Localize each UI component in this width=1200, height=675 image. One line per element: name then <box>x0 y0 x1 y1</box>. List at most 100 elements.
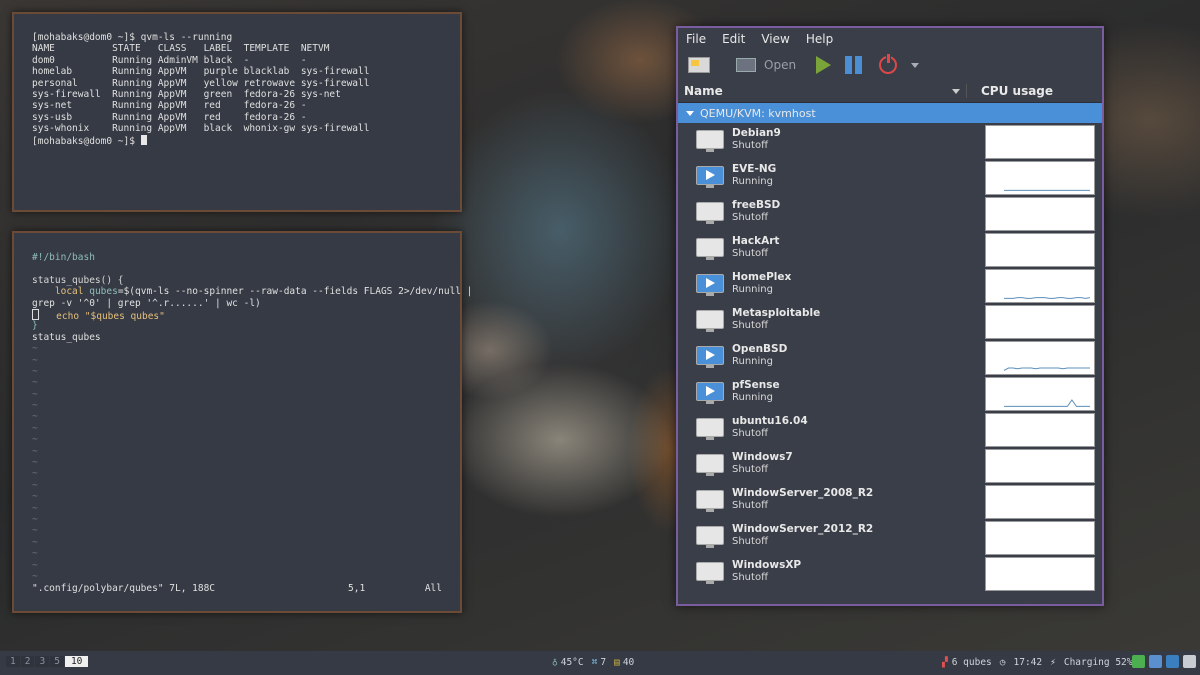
vim-cursor <box>32 308 39 320</box>
cpu-usage-graph <box>985 413 1095 447</box>
play-icon <box>816 56 832 74</box>
column-cpu[interactable]: CPU usage <box>966 84 1053 98</box>
vm-running-icon <box>696 346 724 368</box>
pause-icon <box>845 56 865 74</box>
virt-manager-window[interactable]: File Edit View Help Open Name CPU usage … <box>676 26 1104 606</box>
vm-row[interactable]: Metasploitable Shutoff <box>678 304 1102 340</box>
vm-row[interactable]: WindowServer_2008_R2 Shutoff <box>678 484 1102 520</box>
tray-shield-icon[interactable] <box>1166 655 1179 668</box>
vim-empty-lines: ~ ~ ~ ~ ~ ~ ~ ~ ~ ~ ~ ~ ~ ~ ~ ~ ~ ~ ~ ~ ~ <box>32 343 442 582</box>
vm-row[interactable]: HomePlex Running <box>678 268 1102 304</box>
menu-edit[interactable]: Edit <box>722 32 745 46</box>
vim-cursor-position: 5,1 <box>348 583 366 594</box>
vm-row[interactable]: EVE-NG Running <box>678 160 1102 196</box>
vm-shutoff-icon <box>696 418 724 440</box>
code-line-close-brace: } <box>32 320 38 332</box>
workspace-2[interactable]: 2 <box>20 656 35 667</box>
vm-row[interactable]: HackArt Shutoff <box>678 232 1102 268</box>
vm-state: Running <box>732 284 773 295</box>
vm-row[interactable]: OpenBSD Running <box>678 340 1102 376</box>
keyword-echo: echo <box>56 310 80 322</box>
cpu-usage-graph <box>985 197 1095 231</box>
status-right: ▞ 6 qubes ◷ 17:42 ⚡ Charging 52% <box>942 657 1133 668</box>
memory-value: 40 <box>622 657 635 668</box>
vim-empty-line-marker: ~ <box>32 570 38 582</box>
cpu-usage-line <box>1004 399 1090 407</box>
vm-state: Shutoff <box>732 212 768 223</box>
tray-network-icon[interactable] <box>1183 655 1196 668</box>
vim-empty-line-marker: ~ <box>32 559 38 571</box>
vm-name: Debian9 <box>732 127 781 139</box>
vm-row[interactable]: freeBSD Shutoff <box>678 196 1102 232</box>
cpu-usage-graph <box>985 557 1095 591</box>
vim-empty-line-marker: ~ <box>32 365 38 377</box>
shutdown-menu-button[interactable] <box>911 62 920 68</box>
workspace-switcher: 1 2 3 5 10 <box>6 656 89 667</box>
run-button[interactable] <box>816 56 832 74</box>
workspace-5[interactable]: 5 <box>50 656 64 667</box>
vm-running-icon <box>696 382 724 404</box>
code-line-function-decl: status_qubes() { <box>32 274 124 286</box>
sort-arrow-icon <box>952 89 960 94</box>
terminal-window-qvm-ls[interactable]: [mohabaks@dom0 ~]$ qvm-ls --running NAME… <box>12 12 462 212</box>
cpu-usage-graph <box>985 161 1095 195</box>
tray-qubes-icon[interactable] <box>1149 655 1162 668</box>
clock: 17:42 <box>1013 657 1043 668</box>
vim-empty-line-marker: ~ <box>32 411 38 423</box>
vm-shutoff-icon <box>696 454 724 476</box>
vm-row[interactable]: Windows7 Shutoff <box>678 448 1102 484</box>
expand-arrow-icon[interactable] <box>686 110 694 116</box>
vm-name: HomePlex <box>732 271 792 283</box>
menu-file[interactable]: File <box>686 32 706 46</box>
menu-help[interactable]: Help <box>806 32 833 46</box>
vm-row[interactable]: Debian9 Shutoff <box>678 124 1102 160</box>
prompt-text: [mohabaks@dom0 ~]$ <box>32 135 141 147</box>
vm-shutoff-icon <box>696 238 724 260</box>
vim-empty-line-marker: ~ <box>32 502 38 514</box>
vm-shutoff-icon <box>696 526 724 548</box>
vm-row[interactable]: ubuntu16.04 Shutoff <box>678 412 1102 448</box>
host-label: QEMU/KVM: kvmhost <box>700 106 816 120</box>
vm-row[interactable]: WindowServer_2012_R2 Shutoff <box>678 520 1102 556</box>
column-name[interactable]: Name <box>678 84 966 98</box>
menu-view[interactable]: View <box>761 32 789 46</box>
vm-state: Shutoff <box>732 140 768 151</box>
vim-empty-line-marker: ~ <box>32 491 38 503</box>
shutdown-button[interactable] <box>879 54 898 74</box>
keyword-local: local <box>54 286 84 298</box>
vim-status-line: ".config/polybar/qubes" 7L, 188C 5,1 All <box>32 583 442 595</box>
battery-status: Charging 52% <box>1063 657 1133 668</box>
new-vm-icon <box>688 57 710 73</box>
tray-update-icon[interactable] <box>1132 655 1145 668</box>
new-vm-button[interactable] <box>688 57 710 73</box>
vm-state: Shutoff <box>732 428 768 439</box>
vm-state: Running <box>732 356 773 367</box>
vm-name: Metasploitable <box>732 307 821 319</box>
open-button[interactable]: Open <box>736 58 796 72</box>
code-local-rest: =$(qvm-ls --no-spinner --raw-data --fiel… <box>117 286 473 298</box>
workspace-10[interactable]: 10 <box>64 656 89 667</box>
terminal-cursor <box>140 134 147 145</box>
vm-name: WindowServer_2012_R2 <box>732 523 874 535</box>
cpu-value: 7 <box>600 657 607 668</box>
terminal-final-prompt[interactable]: [mohabaks@dom0 ~]$ <box>32 134 369 147</box>
vm-name: pfSense <box>732 379 780 391</box>
vim-buffer[interactable]: #!/bin/bash status_qubes() { local qubes… <box>32 252 473 582</box>
vm-shutoff-icon <box>696 562 724 584</box>
vim-empty-line-marker: ~ <box>32 536 38 548</box>
workspace-3[interactable]: 3 <box>35 656 50 667</box>
vm-name: freeBSD <box>732 199 781 211</box>
terminal-window-vim[interactable]: #!/bin/bash status_qubes() { local qubes… <box>12 231 473 613</box>
host-row[interactable]: QEMU/KVM: kvmhost <box>678 103 1102 123</box>
vim-scroll-indicator: All <box>424 583 442 594</box>
vm-row[interactable]: WindowsXP Shutoff <box>678 556 1102 592</box>
workspace-1[interactable]: 1 <box>6 656 20 667</box>
thermometer-icon: ♁ <box>552 657 558 668</box>
vm-row[interactable]: pfSense Running <box>678 376 1102 412</box>
code-line-local: local qubes=$(qvm-ls --no-spinner --raw-… <box>32 286 473 298</box>
pause-button[interactable] <box>845 56 865 74</box>
vim-empty-line-marker: ~ <box>32 468 38 480</box>
battery-icon: ⚡ <box>1050 657 1056 668</box>
cpu-usage-graph <box>985 377 1095 411</box>
power-icon <box>879 54 898 74</box>
